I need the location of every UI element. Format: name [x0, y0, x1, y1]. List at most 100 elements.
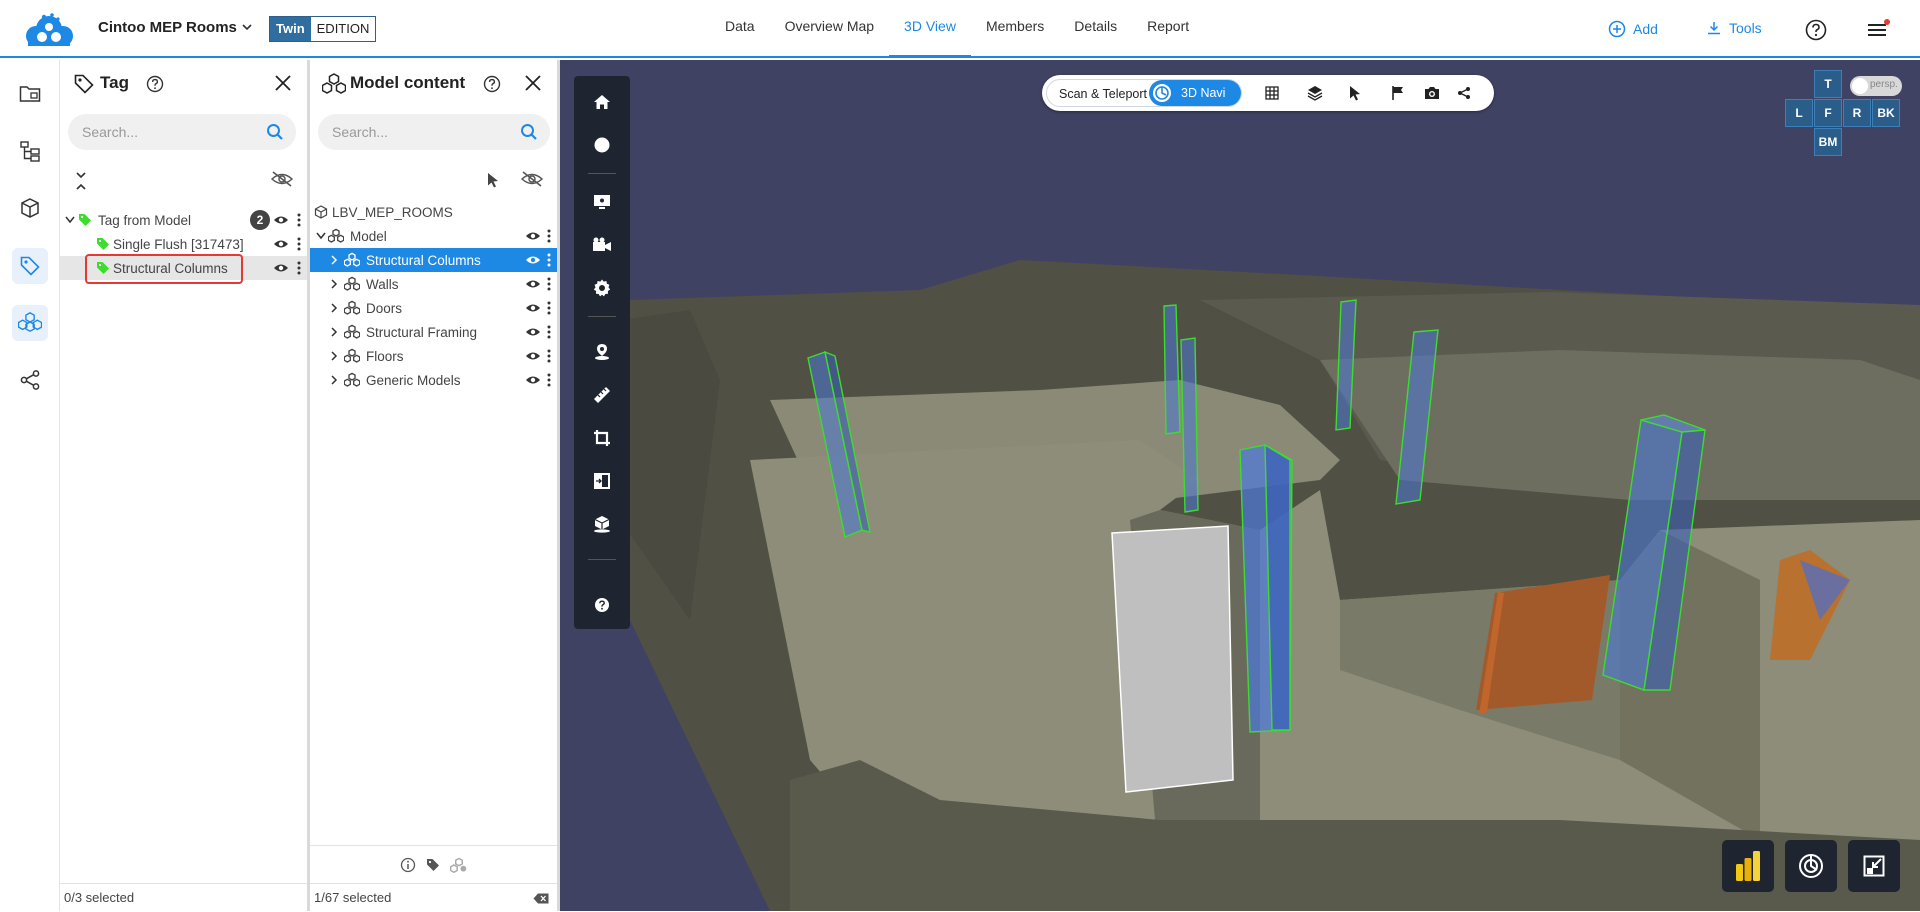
view-bottom-button[interactable]: BM: [1814, 128, 1842, 156]
camera-path-button[interactable]: [590, 233, 614, 257]
chevron-right-icon[interactable]: [330, 278, 338, 290]
category-row-floors[interactable]: Floors: [310, 344, 557, 368]
help-icon[interactable]: [1805, 19, 1827, 41]
close-icon[interactable]: [274, 74, 292, 92]
rail-tag-button[interactable]: [12, 248, 48, 284]
chevron-right-icon[interactable]: [330, 326, 338, 338]
more-vertical-icon[interactable]: [547, 229, 551, 243]
tab-members[interactable]: Members: [971, 0, 1059, 58]
info-icon[interactable]: [400, 857, 416, 873]
tab-data[interactable]: Data: [710, 0, 770, 58]
view-front-button[interactable]: F: [1814, 99, 1842, 127]
eye-icon[interactable]: [525, 350, 541, 362]
collapse-all-icon[interactable]: [74, 170, 88, 192]
more-vertical-icon[interactable]: [547, 349, 551, 363]
chevron-down-icon[interactable]: [315, 231, 327, 241]
orbit-button[interactable]: [590, 133, 614, 157]
search-icon[interactable]: [520, 123, 538, 141]
view-top-button[interactable]: T: [1814, 70, 1842, 98]
more-vertical-icon[interactable]: [547, 373, 551, 387]
eye-icon[interactable]: [273, 214, 289, 226]
tag-search-input[interactable]: [68, 124, 238, 140]
hide-all-eye-icon[interactable]: [520, 170, 544, 188]
teleport-button[interactable]: [590, 340, 614, 364]
more-vertical-icon[interactable]: [547, 301, 551, 315]
select-cursor-icon[interactable]: [486, 172, 500, 188]
eye-icon[interactable]: [525, 230, 541, 242]
viewer-help-button[interactable]: [590, 593, 614, 617]
eye-icon[interactable]: [525, 326, 541, 338]
category-row-generic-models[interactable]: Generic Models: [310, 368, 557, 392]
scan-teleport-mode[interactable]: Scan & Teleport: [1059, 87, 1147, 101]
model-settings-icon[interactable]: [449, 857, 468, 873]
cintoo-logo[interactable]: [22, 12, 76, 48]
tag-tree-root-row[interactable]: Tag from Model 2: [60, 208, 307, 232]
3d-viewport[interactable]: Scan & Teleport 3D Navi T L F R BK BM pe…: [560, 60, 1920, 911]
clear-selection-icon[interactable]: [533, 893, 549, 904]
model-view-button[interactable]: [590, 512, 614, 536]
tag-tree-item-single-flush[interactable]: Single Flush [317473]: [60, 232, 307, 256]
search-icon[interactable]: [266, 123, 284, 141]
3d-scene[interactable]: [560, 60, 1920, 911]
model-node-row[interactable]: Model: [310, 224, 557, 248]
layers-button[interactable]: [1307, 85, 1323, 101]
hide-all-eye-icon[interactable]: [270, 170, 294, 188]
more-vertical-icon[interactable]: [297, 237, 301, 251]
more-vertical-icon[interactable]: [547, 325, 551, 339]
chevron-right-icon[interactable]: [330, 302, 338, 314]
chevron-down-icon[interactable]: [64, 215, 76, 225]
chevron-right-icon[interactable]: [330, 350, 338, 362]
category-row-doors[interactable]: Doors: [310, 296, 557, 320]
model-root-row[interactable]: LBV_MEP_ROOMS: [310, 200, 557, 224]
more-vertical-icon[interactable]: [547, 277, 551, 291]
navigation-mode-toggle[interactable]: Scan & Teleport 3D Navi: [1046, 79, 1242, 107]
tab-3d-view[interactable]: 3D View: [889, 0, 971, 58]
rail-model-content-button[interactable]: [12, 305, 48, 341]
rail-data-button[interactable]: [12, 76, 48, 112]
more-vertical-icon[interactable]: [297, 261, 301, 275]
eye-icon[interactable]: [273, 262, 289, 274]
help-icon[interactable]: [146, 75, 164, 93]
view-right-button[interactable]: R: [1843, 99, 1871, 127]
more-vertical-icon[interactable]: [547, 253, 551, 267]
add-button[interactable]: Add: [1608, 20, 1658, 38]
tools-button[interactable]: Tools: [1706, 20, 1762, 36]
flag-button[interactable]: [1390, 85, 1406, 101]
tag-icon[interactable]: [426, 858, 440, 872]
view-left-button[interactable]: L: [1785, 99, 1813, 127]
screenshot-button[interactable]: [1424, 85, 1440, 101]
select-button[interactable]: [1347, 85, 1363, 101]
eye-icon[interactable]: [525, 278, 541, 290]
home-view-button[interactable]: [590, 90, 614, 114]
share-view-button[interactable]: [1456, 85, 1472, 101]
navigation-gizmo-button[interactable]: [1785, 840, 1837, 892]
tab-report[interactable]: Report: [1132, 0, 1204, 58]
model-search-input[interactable]: [318, 124, 488, 140]
category-row-walls[interactable]: Walls: [310, 272, 557, 296]
settings-button[interactable]: [590, 276, 614, 300]
view-back-button[interactable]: BK: [1872, 99, 1900, 127]
measure-button[interactable]: [590, 383, 614, 407]
chevron-right-icon[interactable]: [330, 254, 338, 266]
help-icon[interactable]: [483, 75, 501, 93]
chevron-down-icon[interactable]: [240, 20, 254, 34]
hamburger-menu-icon[interactable]: [1866, 19, 1890, 41]
tab-details[interactable]: Details: [1059, 0, 1132, 58]
perspective-toggle[interactable]: persp.: [1850, 76, 1902, 96]
more-vertical-icon[interactable]: [297, 213, 301, 227]
eye-icon[interactable]: [273, 238, 289, 250]
power-bi-button[interactable]: [1722, 840, 1774, 892]
category-row-structural-framing[interactable]: Structural Framing: [310, 320, 557, 344]
category-row-structural-columns[interactable]: Structural Columns: [310, 248, 557, 272]
eye-icon[interactable]: [525, 302, 541, 314]
3d-navi-mode[interactable]: 3D Navi: [1149, 80, 1241, 106]
rail-3d-button[interactable]: [12, 190, 48, 226]
tab-overview-map[interactable]: Overview Map: [770, 0, 889, 58]
compare-button[interactable]: [590, 469, 614, 493]
minimize-view-button[interactable]: [1848, 840, 1900, 892]
presentation-button[interactable]: [590, 190, 614, 214]
project-title[interactable]: Cintoo MEP Rooms: [98, 19, 237, 36]
rail-share-button[interactable]: [12, 362, 48, 398]
eye-icon[interactable]: [525, 254, 541, 266]
rail-tree-button[interactable]: [12, 133, 48, 169]
